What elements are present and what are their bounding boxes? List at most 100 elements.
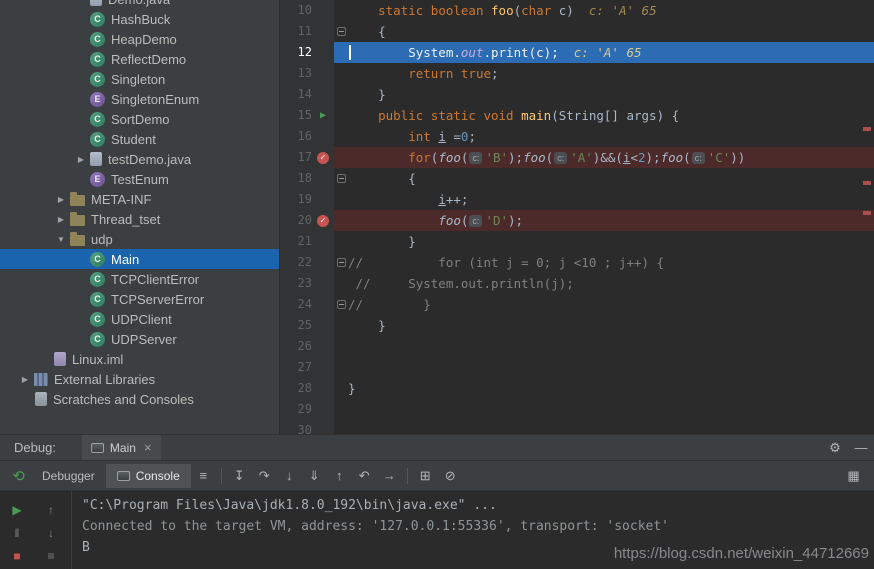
drop-frame-icon[interactable]: ↶: [352, 465, 377, 487]
editor-gutter[interactable]: 12: [280, 42, 334, 63]
code-line-18[interactable]: 18 {: [280, 168, 874, 189]
stop-program-icon[interactable]: ■: [13, 549, 20, 563]
code-line-26[interactable]: 26: [280, 336, 874, 357]
error-stripe-mark[interactable]: [863, 211, 871, 215]
editor-gutter[interactable]: 21: [280, 231, 334, 252]
down-stack-frame-icon[interactable]: ↓: [48, 526, 54, 540]
view-breakpoints-icon[interactable]: ⊞: [413, 465, 438, 487]
tree-item-thread-tset[interactable]: ▶Thread_tset: [0, 209, 279, 229]
pause-program-icon[interactable]: ‖: [15, 526, 20, 540]
tree-item-testenum[interactable]: ETestEnum: [0, 169, 279, 189]
code-line-16[interactable]: 16 int i =0;: [280, 126, 874, 147]
code-line-22[interactable]: 22// for (int j = 0; j <10 ; j++) {: [280, 252, 874, 273]
fold-collapse-icon[interactable]: [334, 252, 348, 273]
code-line-14[interactable]: 14 }: [280, 84, 874, 105]
editor-gutter[interactable]: 23: [280, 273, 334, 294]
error-stripe-mark[interactable]: [863, 127, 871, 131]
editor-gutter[interactable]: 22: [280, 252, 334, 273]
breakpoint-icon[interactable]: ✓: [312, 147, 334, 168]
up-stack-frame-icon[interactable]: ↑: [48, 503, 54, 517]
step-out-icon[interactable]: ↑: [327, 464, 352, 486]
editor-gutter[interactable]: 17✓: [280, 147, 334, 168]
editor-gutter[interactable]: 20✓: [280, 210, 334, 231]
tree-item-tcpclienterror[interactable]: CTCPClientError: [0, 269, 279, 289]
code-line-25[interactable]: 25 }: [280, 315, 874, 336]
tree-item-udp[interactable]: ▼udp: [0, 229, 279, 249]
tree-item-hashbuck[interactable]: CHashBuck: [0, 9, 279, 29]
tree-item-scratches-and-consoles[interactable]: Scratches and Consoles: [0, 389, 279, 409]
editor-gutter[interactable]: 19: [280, 189, 334, 210]
code-line-12[interactable]: 12 System.out.print(c); c: 'A' 65: [280, 42, 874, 63]
code-line-27[interactable]: 27: [280, 357, 874, 378]
code-line-23[interactable]: 23 // System.out.println(j);: [280, 273, 874, 294]
editor-gutter[interactable]: 29: [280, 399, 334, 420]
editor-gutter[interactable]: 24: [280, 294, 334, 315]
force-step-into-icon[interactable]: ⇓: [302, 465, 327, 487]
code-line-24[interactable]: 24// }: [280, 294, 874, 315]
tree-item-student[interactable]: CStudent: [0, 129, 279, 149]
code-line-20[interactable]: 20✓ foo(c:'D');: [280, 210, 874, 231]
code-line-30[interactable]: 30: [280, 420, 874, 434]
tree-item-reflectdemo[interactable]: CReflectDemo: [0, 49, 279, 69]
tree-expand-arrow-icon[interactable]: ▶: [52, 215, 70, 224]
editor-gutter[interactable]: 14: [280, 84, 334, 105]
step-over-icon[interactable]: ↷: [252, 465, 277, 487]
editor-gutter[interactable]: 11: [280, 21, 334, 42]
show-execution-point-icon[interactable]: ↧: [227, 465, 252, 487]
tree-item-tcpservererror[interactable]: CTCPServerError: [0, 289, 279, 309]
editor-gutter[interactable]: 10: [280, 0, 334, 21]
tree-item-demo-java[interactable]: Demo.java: [0, 0, 279, 9]
code-editor[interactable]: 10 static boolean foo(char c) c: 'A' 651…: [280, 0, 874, 434]
breakpoint-icon[interactable]: ✓: [312, 210, 334, 231]
code-line-29[interactable]: 29: [280, 399, 874, 420]
code-line-10[interactable]: 10 static boolean foo(char c) c: 'A' 65: [280, 0, 874, 21]
tab-debugger[interactable]: Debugger: [31, 464, 106, 488]
code-line-28[interactable]: 28}: [280, 378, 874, 399]
editor-gutter[interactable]: 13: [280, 63, 334, 84]
editor-gutter[interactable]: 18: [280, 168, 334, 189]
tree-item-sortdemo[interactable]: CSortDemo: [0, 109, 279, 129]
more-options-icon[interactable]: ≡: [47, 549, 54, 563]
fold-collapse-icon[interactable]: [334, 168, 348, 189]
tree-item-linux-iml[interactable]: Linux.iml: [0, 349, 279, 369]
code-line-21[interactable]: 21 }: [280, 231, 874, 252]
tree-item-testdemo-java[interactable]: ▶testDemo.java: [0, 149, 279, 169]
mute-breakpoints-icon[interactable]: ⊘: [438, 465, 463, 487]
code-line-19[interactable]: 19 i++;: [280, 189, 874, 210]
fold-collapse-icon[interactable]: [334, 294, 348, 315]
editor-gutter[interactable]: 30: [280, 420, 334, 434]
resume-program-icon[interactable]: ▶: [12, 503, 21, 517]
code-line-15[interactable]: 15▶ public static void main(String[] arg…: [280, 105, 874, 126]
settings-gear-icon[interactable]: ⚙: [822, 440, 848, 456]
tree-item-singletonenum[interactable]: ESingletonEnum: [0, 89, 279, 109]
error-stripe[interactable]: [860, 0, 874, 434]
tree-expand-arrow-icon[interactable]: ▶: [16, 375, 34, 384]
tree-expand-arrow-icon[interactable]: ▶: [72, 155, 90, 164]
editor-gutter[interactable]: 28: [280, 378, 334, 399]
tree-item-singleton[interactable]: CSingleton: [0, 69, 279, 89]
code-line-11[interactable]: 11 {: [280, 21, 874, 42]
error-stripe-mark[interactable]: [863, 181, 871, 185]
editor-gutter[interactable]: 16: [280, 126, 334, 147]
run-method-icon[interactable]: ▶: [312, 105, 334, 126]
rerun-debug-icon[interactable]: ⟲: [6, 465, 31, 487]
editor-gutter[interactable]: 27: [280, 357, 334, 378]
hide-panel-icon[interactable]: —: [848, 440, 874, 455]
tab-console[interactable]: Console: [106, 464, 191, 488]
step-into-icon[interactable]: ↓: [277, 464, 302, 486]
tree-item-main[interactable]: CMain: [0, 249, 279, 269]
close-tab-icon[interactable]: ×: [144, 440, 152, 455]
editor-gutter[interactable]: 25: [280, 315, 334, 336]
tree-collapse-arrow-icon[interactable]: ▼: [52, 235, 70, 244]
fold-collapse-icon[interactable]: [334, 21, 348, 42]
run-to-cursor-icon[interactable]: →: [377, 464, 402, 486]
debug-session-tab-main[interactable]: Main ×: [82, 435, 161, 460]
tree-expand-arrow-icon[interactable]: ▶: [52, 195, 70, 204]
tree-item-udpclient[interactable]: CUDPClient: [0, 309, 279, 329]
editor-gutter[interactable]: 26: [280, 336, 334, 357]
tree-item-udpserver[interactable]: CUDPServer: [0, 329, 279, 349]
editor-gutter[interactable]: 15▶: [280, 105, 334, 126]
tree-item-heapdemo[interactable]: CHeapDemo: [0, 29, 279, 49]
tree-item-external-libraries[interactable]: ▶External Libraries: [0, 369, 279, 389]
tree-item-meta-inf[interactable]: ▶META-INF: [0, 189, 279, 209]
